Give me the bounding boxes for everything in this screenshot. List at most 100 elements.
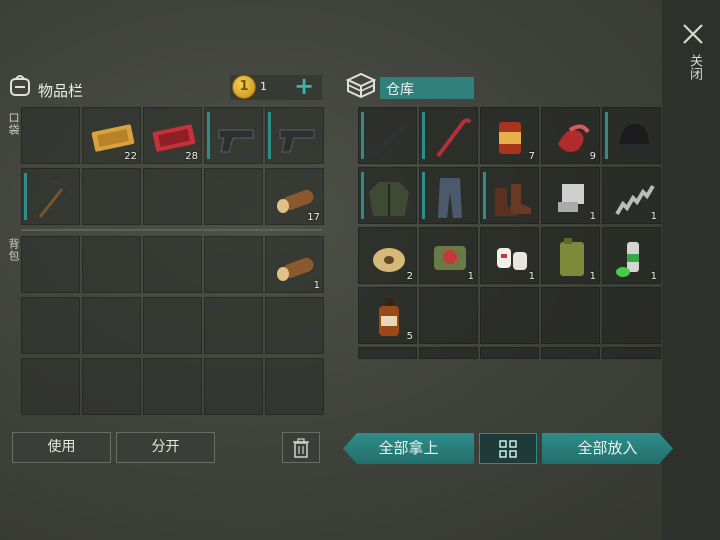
backpack-label: 背包: [7, 238, 20, 262]
item-quantity: 1: [528, 271, 535, 282]
backpack-slot[interactable]: [265, 297, 324, 354]
backpack-slot[interactable]: [21, 297, 80, 354]
grid-icon: [499, 440, 517, 458]
storage-slot[interactable]: [419, 287, 478, 344]
storage-slot[interactable]: [358, 107, 417, 164]
close-label: 关闭: [687, 54, 702, 80]
storage-slot[interactable]: 1: [541, 167, 600, 224]
inventory-slot[interactable]: [82, 168, 141, 225]
storage-slot[interactable]: [602, 107, 661, 164]
inventory-slot[interactable]: [21, 168, 80, 225]
close-icon: [683, 24, 703, 44]
durability-bar: [207, 112, 210, 159]
boots-icon: [495, 184, 531, 216]
take-all-button[interactable]: 全部拿上: [343, 433, 474, 464]
backpack-slot[interactable]: [143, 297, 202, 354]
storage-slot[interactable]: 7: [480, 107, 539, 164]
item-quantity: 1: [650, 211, 657, 222]
item-quantity: 1: [589, 271, 596, 282]
close-button[interactable]: 关闭: [676, 18, 710, 98]
storage-slot[interactable]: [480, 167, 539, 224]
backpack-slot[interactable]: [204, 236, 263, 293]
sort-button[interactable]: [479, 433, 537, 464]
use-button[interactable]: 使用: [12, 432, 111, 463]
inventory-slot[interactable]: 28: [143, 107, 202, 164]
pistol-icon: [218, 129, 254, 153]
durability-bar: [422, 172, 425, 219]
backpack-slot[interactable]: [265, 358, 324, 415]
durability-bar: [268, 112, 271, 159]
storage-slot[interactable]: 5: [358, 287, 417, 344]
storage-slot[interactable]: [480, 347, 539, 359]
add-coins-button[interactable]: +: [294, 72, 314, 100]
backpack-slot[interactable]: [143, 358, 202, 415]
storage-slot[interactable]: [358, 347, 417, 359]
durability-bar: [361, 172, 364, 219]
crate-icon: [345, 72, 377, 98]
inventory-slot[interactable]: 22: [82, 107, 141, 164]
storage-slot[interactable]: [602, 347, 661, 359]
item-quantity: 1: [589, 211, 596, 222]
inventory-title: 物品栏: [38, 82, 84, 100]
durability-bar: [483, 172, 486, 219]
durability-bar: [422, 112, 425, 159]
item-quantity: 1: [313, 280, 320, 291]
backpack-slot[interactable]: [82, 236, 141, 293]
storage-slot[interactable]: 1: [602, 167, 661, 224]
put-all-button[interactable]: 全部放入: [542, 433, 673, 464]
rifle-icon: [369, 122, 409, 158]
storage-slot[interactable]: [602, 287, 661, 344]
item-quantity: 1: [467, 271, 474, 282]
storage-slot[interactable]: [419, 347, 478, 359]
storage-slot[interactable]: 2: [358, 227, 417, 284]
storage-slot[interactable]: 1: [602, 227, 661, 284]
storage-slot[interactable]: 1: [541, 227, 600, 284]
storage-slot[interactable]: [358, 167, 417, 224]
storage-slot[interactable]: [541, 347, 600, 359]
pants-icon: [438, 178, 462, 218]
storage-title: 仓库: [386, 82, 414, 98]
inventory-slot[interactable]: [21, 107, 80, 164]
crowbar-icon: [436, 118, 472, 158]
storage-slot[interactable]: [541, 287, 600, 344]
backpack-slot[interactable]: 1: [265, 236, 324, 293]
pocket-label: 口袋: [7, 112, 20, 136]
inventory-slot[interactable]: 17: [265, 168, 324, 225]
backpack-slot[interactable]: [21, 236, 80, 293]
storage-slot[interactable]: 1: [419, 227, 478, 284]
backpack-slot[interactable]: [82, 358, 141, 415]
storage-slot[interactable]: 9: [541, 107, 600, 164]
pickaxe-icon: [38, 179, 74, 218]
backpack-slot[interactable]: [204, 297, 263, 354]
coin-count: 1: [260, 80, 267, 93]
jacket-icon: [369, 182, 409, 216]
backpack-slot[interactable]: [82, 297, 141, 354]
inventory-slot[interactable]: [204, 107, 263, 164]
inventory-slot[interactable]: [143, 168, 202, 225]
backpack-icon: [10, 75, 30, 96]
storage-title-field[interactable]: 仓库: [380, 77, 474, 99]
backpack-slot[interactable]: [21, 358, 80, 415]
durability-bar: [24, 173, 27, 220]
item-quantity: 22: [124, 151, 137, 162]
discard-button[interactable]: [282, 432, 320, 463]
storage-slot[interactable]: 1: [480, 227, 539, 284]
durability-bar: [361, 112, 364, 159]
item-quantity: 5: [406, 331, 413, 342]
inventory-slot[interactable]: [265, 107, 324, 164]
storage-slot[interactable]: [419, 107, 478, 164]
backpack-slot[interactable]: [143, 236, 202, 293]
split-button[interactable]: 分开: [116, 432, 215, 463]
item-quantity: 2: [406, 271, 413, 282]
pistol-icon: [279, 129, 315, 153]
item-quantity: 1: [650, 271, 657, 282]
coin-icon: 1: [232, 75, 256, 99]
inventory-slot[interactable]: [204, 168, 263, 225]
storage-slot[interactable]: [419, 167, 478, 224]
beanie-icon: [618, 124, 650, 151]
item-quantity: 7: [528, 151, 535, 162]
backpack-slot[interactable]: [204, 358, 263, 415]
durability-bar: [605, 112, 608, 159]
storage-slot[interactable]: [480, 287, 539, 344]
item-quantity: 9: [589, 151, 596, 162]
